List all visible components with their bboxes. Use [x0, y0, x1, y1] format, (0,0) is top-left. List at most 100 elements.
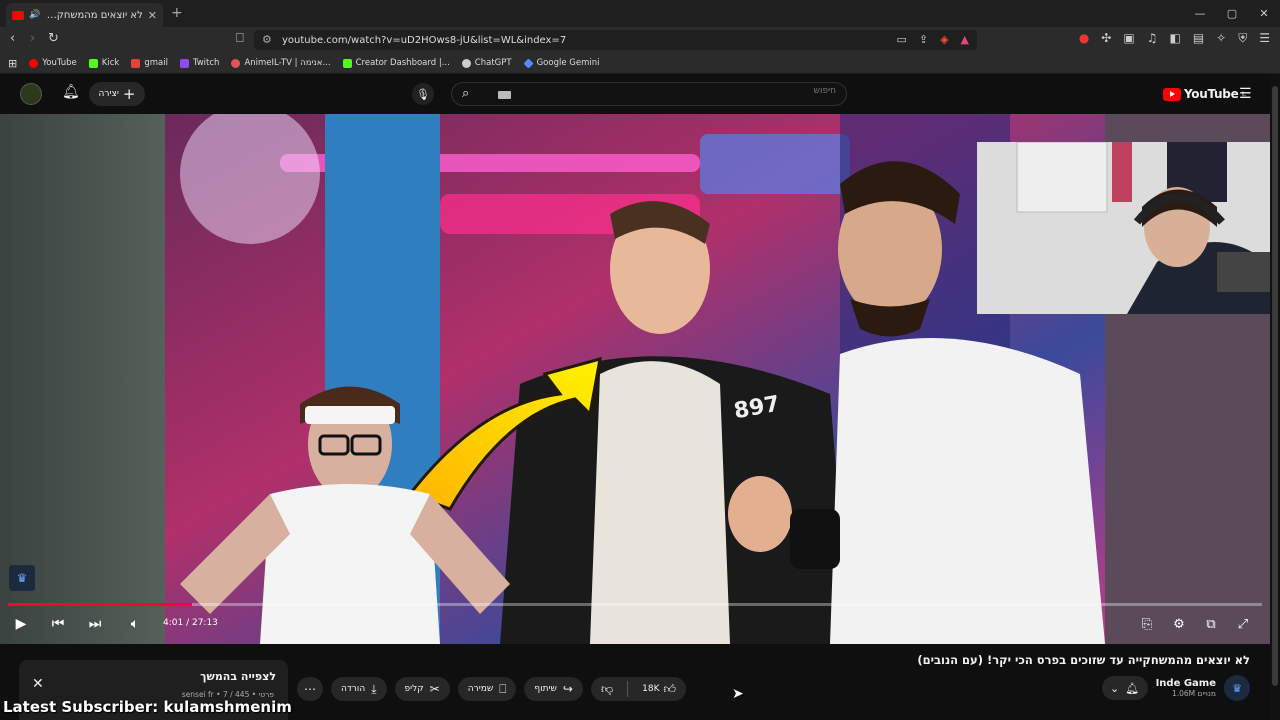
site-info-icon[interactable]: ⚙	[262, 33, 272, 46]
save-button[interactable]: שמירה ⎕	[457, 677, 517, 701]
maximize-icon[interactable]: ▢	[1216, 0, 1248, 27]
youtube-logo[interactable]: YouTube IL	[1163, 87, 1246, 101]
brave-rewards-icon[interactable]: ▲	[961, 33, 969, 46]
channel-watermark[interactable]: ♛	[9, 565, 35, 591]
bookmark-gmail[interactable]: gmail	[131, 58, 168, 68]
tab-title: לא יוצאים מהמשחקייה עד שזו	[45, 9, 143, 21]
extension-icon[interactable]: ▣	[1123, 31, 1134, 46]
progress-bar-played	[8, 603, 192, 606]
twitch-icon	[179, 58, 189, 68]
extensions-area: ● ✣ ▣ ♫ ◧ ▤ ✧ ⛨ ☰	[1079, 31, 1270, 46]
window-controls: — ▢ ✕	[1184, 0, 1280, 27]
youtube-icon	[29, 58, 39, 68]
facecam-overlay	[977, 142, 1270, 314]
search-box[interactable]: ⌕	[451, 82, 847, 106]
back-icon[interactable]: ‹	[10, 31, 15, 46]
bookmarks-bar: ⊞ YouTube Kick gmail Twitch AnimeIL-TV |…	[0, 53, 1280, 74]
more-actions-button[interactable]: ⋯	[297, 677, 323, 701]
notifications-bell-icon[interactable]: 🔔︎	[62, 84, 80, 100]
miniplayer-icon[interactable]: ⧉	[1199, 612, 1223, 636]
close-window-icon[interactable]: ✕	[1248, 0, 1280, 27]
extensions-puzzle-icon[interactable]: ✣	[1101, 31, 1111, 46]
divider	[627, 681, 629, 697]
bookmark-creator-dashboard[interactable]: Creator Dashboard |...	[342, 58, 450, 68]
share-button[interactable]: שיתוף ↪	[524, 677, 583, 701]
youtube-masthead: 🔔︎ יצירה + 🎙︎ ⌕ YouTubeIL ☰	[0, 74, 1280, 114]
sidebar-icon[interactable]: ◧	[1169, 31, 1180, 46]
apps-grid-icon[interactable]: ⊞	[8, 57, 17, 70]
playlist-title[interactable]: לצפייה בהמשך	[200, 670, 276, 683]
play-button[interactable]: ▶	[7, 612, 35, 636]
bookmark-chatgpt[interactable]: ChatGPT	[461, 58, 512, 68]
keyboard-icon[interactable]	[498, 91, 511, 99]
brave-shield-icon[interactable]: ◈	[940, 33, 948, 46]
youtube-logo-text: YouTube	[1184, 87, 1239, 101]
browser-menu-icon[interactable]: ☰	[1259, 31, 1270, 46]
guide-menu-icon[interactable]: ☰	[1239, 86, 1252, 102]
video-actions: ⋯ הורדה ⤓ קליפ ✂ שמירה ⎕ שיתוף ↪ 👎︎ 18K 👍︎	[297, 677, 687, 701]
account-avatar[interactable]	[20, 83, 42, 105]
search-icon[interactable]: ⌕	[462, 86, 469, 101]
page-scrollbar[interactable]	[1270, 74, 1280, 720]
address-bar[interactable]: ⚙ youtube.com/watch?v=uD2HOws8-jU&list=W…	[254, 30, 977, 50]
subscription-bell-button[interactable]: ⌄ 🔔︎	[1101, 676, 1148, 700]
dislike-icon[interactable]: 👎︎	[601, 682, 613, 697]
bookmark-gemini[interactable]: Google Gemini	[522, 57, 599, 69]
close-panel-icon[interactable]: ✕	[32, 676, 44, 692]
bookmark-page-icon[interactable]: ⎕	[236, 31, 244, 46]
gmail-icon	[131, 58, 141, 68]
channel-info[interactable]: Inde Game 1.06M מנויים	[1156, 678, 1216, 698]
captions-icon[interactable]: ⎘	[1135, 612, 1159, 636]
video-player[interactable]: 897 ♛ ▶ ⏮ ⏭ 🔈︎ 4:01 / 27:13 ⎘ ⚙ ⧉ ⤢	[0, 114, 1270, 644]
clip-button[interactable]: קליפ ✂	[394, 677, 450, 701]
chevron-down-icon: ⌄	[1109, 681, 1120, 695]
reload-icon[interactable]: ↻	[48, 31, 59, 46]
bookmark-animeil[interactable]: AnimeIL-TV | אנימה...	[231, 58, 331, 68]
url-text: youtube.com/watch?v=uD2HOws8-jU&list=WL&…	[282, 34, 567, 46]
browser-tab[interactable]: 🔊 לא יוצאים מהמשחקייה עד שזו ✕	[6, 3, 163, 27]
minimize-icon[interactable]: —	[1184, 0, 1216, 27]
like-icon[interactable]: 👍︎	[664, 682, 677, 697]
vpn-icon[interactable]: ⛨	[1238, 31, 1247, 46]
animeil-icon	[231, 58, 241, 68]
media-icon[interactable]: ♫	[1147, 31, 1158, 46]
new-tab-icon[interactable]: +	[171, 5, 183, 21]
volume-icon[interactable]: 🔈︎	[121, 612, 149, 636]
kick-creator-icon	[342, 58, 352, 68]
mouse-cursor-icon: ➤	[732, 686, 744, 702]
youtube-play-icon	[1163, 87, 1181, 101]
next-button[interactable]: ⏭	[81, 612, 109, 636]
share-icon: ↪	[562, 682, 573, 696]
create-button[interactable]: יצירה +	[89, 82, 145, 106]
settings-gear-icon[interactable]: ⚙	[1167, 612, 1191, 636]
like-count[interactable]: 18K	[642, 684, 659, 694]
bookmark-kick[interactable]: Kick	[88, 58, 119, 68]
create-label: יצירה	[98, 89, 119, 99]
share-page-icon[interactable]: ⇪	[919, 33, 928, 46]
download-button[interactable]: הורדה ⤓	[331, 677, 387, 701]
browser-tab-bar: 🔊 לא יוצאים מהמשחקייה עד שזו ✕ + — ▢ ✕	[0, 0, 1280, 27]
more-horizontal-icon: ⋯	[304, 682, 316, 696]
search-input[interactable]	[536, 86, 836, 96]
cast-icon[interactable]: ▭	[896, 33, 906, 46]
wallet-icon[interactable]: ▤	[1193, 31, 1204, 46]
fullscreen-icon[interactable]: ⤢	[1231, 612, 1255, 636]
leo-ai-icon[interactable]: ✧	[1216, 31, 1226, 46]
time-display: 4:01 / 27:13	[163, 618, 218, 628]
youtube-favicon-icon	[12, 10, 24, 20]
bookmark-youtube[interactable]: YouTube	[29, 58, 77, 68]
channel-avatar[interactable]: ♛	[1224, 675, 1250, 701]
scissors-icon: ✂	[429, 682, 440, 696]
voice-search-button[interactable]: 🎙︎	[412, 83, 434, 105]
channel-row: ⌄ 🔔︎ Inde Game 1.06M מנויים ♛	[1101, 675, 1250, 701]
extension-record-icon[interactable]: ●	[1079, 31, 1089, 46]
forward-icon[interactable]: ›	[30, 31, 35, 46]
progress-bar[interactable]	[8, 603, 1262, 606]
bookmark-icon: ⎕	[499, 681, 507, 696]
previous-button[interactable]: ⏮	[44, 612, 72, 636]
bookmark-twitch[interactable]: Twitch	[179, 58, 219, 68]
scrollbar-thumb[interactable]	[1272, 86, 1278, 686]
channel-name[interactable]: Inde Game	[1156, 678, 1216, 689]
close-tab-icon[interactable]: ✕	[148, 9, 157, 22]
speaker-icon[interactable]: 🔊	[29, 10, 40, 20]
